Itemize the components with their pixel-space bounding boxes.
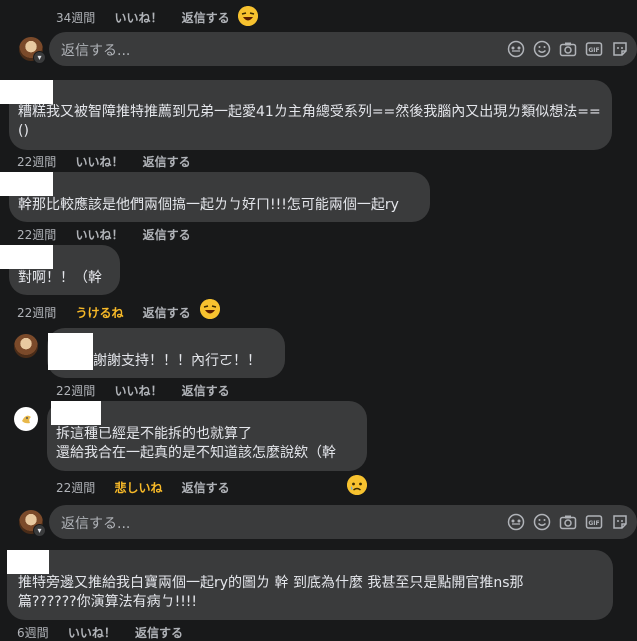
- comment-meta: 6週間 いいね！ 返信する: [17, 624, 198, 641]
- avatar[interactable]: [14, 334, 38, 358]
- timestamp[interactable]: 22週間: [17, 306, 56, 320]
- author-name-mask: [48, 333, 93, 370]
- smile-icon[interactable]: [533, 40, 551, 58]
- like-button[interactable]: いいね！: [68, 626, 116, 640]
- like-button[interactable]: いいね！: [114, 11, 162, 25]
- comment-meta: 34週間 いいね！ 返信する: [56, 9, 245, 26]
- like-button[interactable]: いいね！: [75, 155, 123, 169]
- comment-meta: 22週間 悲しいね 返信する: [56, 479, 245, 496]
- chevron-down-icon[interactable]: ▾: [33, 51, 46, 64]
- comment-text: 還給我合在一起真的是不知道該怎麼說欸（幹: [56, 445, 336, 461]
- haha-reaction-button[interactable]: うけるね: [75, 306, 123, 320]
- reply-button[interactable]: 返信する: [143, 155, 191, 169]
- chevron-down-icon[interactable]: ▾: [33, 524, 46, 537]
- author-name-mask: [51, 401, 101, 425]
- comment-meta: 22週間 うけるね 返信する: [17, 304, 206, 321]
- comment-text: 拆這種已經是不能拆的也就算了: [56, 426, 252, 442]
- comment-bubble: 糟糕我又被智障推特推薦到兄弟一起愛41ㄌ主角總受系列==然後我腦內又出現ㄌ類似想…: [9, 80, 612, 150]
- comment-bubble: 幹那比較應該是他們兩個搞一起ㄌㄅ好ㄇ!!!怎可能兩個一起ry: [9, 172, 430, 222]
- comment-meta: 22週間 いいね！ 返信する: [17, 226, 206, 243]
- timestamp[interactable]: 34週間: [56, 11, 95, 25]
- svg-text:GIF: GIF: [588, 520, 599, 527]
- author-name-mask: [7, 550, 49, 574]
- comment-text: 推特旁邊又推給我白寶兩個一起ry的圖ㄌ 幹 到底為什麼 我甚至只是點開官推ns那: [18, 575, 524, 591]
- comment-text: 篇??????你演算法有病ㄅ!!!!: [18, 594, 198, 610]
- reply-input[interactable]: 返信する...: [61, 513, 130, 533]
- timestamp[interactable]: 6週間: [17, 626, 49, 640]
- author-name-mask: [0, 245, 53, 269]
- smile-icon[interactable]: [533, 513, 551, 531]
- comment-bubble: 推特旁邊又推給我白寶兩個一起ry的圖ㄌ 幹 到底為什麼 我甚至只是點開官推ns那…: [7, 550, 613, 620]
- reply-button[interactable]: 返信する: [182, 11, 230, 25]
- reply-input[interactable]: 返信する...: [61, 40, 130, 60]
- timestamp[interactable]: 22週間: [17, 155, 56, 169]
- reply-button[interactable]: 返信する: [143, 228, 191, 242]
- camera-icon[interactable]: [559, 513, 577, 531]
- gif-icon[interactable]: GIF: [585, 40, 603, 58]
- avatar[interactable]: [14, 407, 38, 431]
- timestamp[interactable]: 22週間: [56, 384, 95, 398]
- author-name-mask: [0, 172, 53, 196]
- sticker-icon[interactable]: [611, 40, 629, 58]
- emoji-icon[interactable]: [507, 40, 525, 58]
- reply-button[interactable]: 返信する: [182, 481, 230, 495]
- comment-text: 糟糕我又被智障推特推薦到兄弟一起愛41ㄌ主角總受系列==然後我腦內又出現ㄌ類似想…: [18, 104, 601, 139]
- timestamp[interactable]: 22週間: [17, 228, 56, 242]
- reply-box[interactable]: 返信する... GIF: [49, 32, 637, 66]
- sticker-icon[interactable]: [611, 513, 629, 531]
- sad-emoji-icon: [347, 475, 367, 495]
- like-button[interactable]: いいね！: [114, 384, 162, 398]
- author-name-mask: [0, 80, 53, 104]
- camera-icon[interactable]: [559, 40, 577, 58]
- comment-meta: 22週間 いいね！ 返信する: [56, 382, 245, 399]
- comment-meta: 22週間 いいね！ 返信する: [17, 153, 206, 170]
- sad-reaction-button[interactable]: 悲しいね: [114, 481, 162, 495]
- haha-emoji-icon: [200, 299, 220, 319]
- like-button[interactable]: いいね！: [75, 228, 123, 242]
- svg-text:GIF: GIF: [588, 47, 599, 54]
- timestamp[interactable]: 22週間: [56, 481, 95, 495]
- comment-text: 對啊！！（幹: [18, 270, 102, 286]
- reply-box[interactable]: 返信する... GIF: [49, 505, 637, 539]
- haha-emoji-icon: [238, 6, 258, 26]
- reply-button[interactable]: 返信する: [143, 306, 191, 320]
- reply-button[interactable]: 返信する: [182, 384, 230, 398]
- emoji-icon[interactable]: [507, 513, 525, 531]
- comment-text: 謝謝支持！！！內行ㄛ！！: [93, 353, 261, 369]
- comment-text: 幹那比較應該是他們兩個搞一起ㄌㄅ好ㄇ!!!怎可能兩個一起ry: [18, 197, 399, 213]
- reply-button[interactable]: 返信する: [135, 626, 183, 640]
- gif-icon[interactable]: GIF: [585, 513, 603, 531]
